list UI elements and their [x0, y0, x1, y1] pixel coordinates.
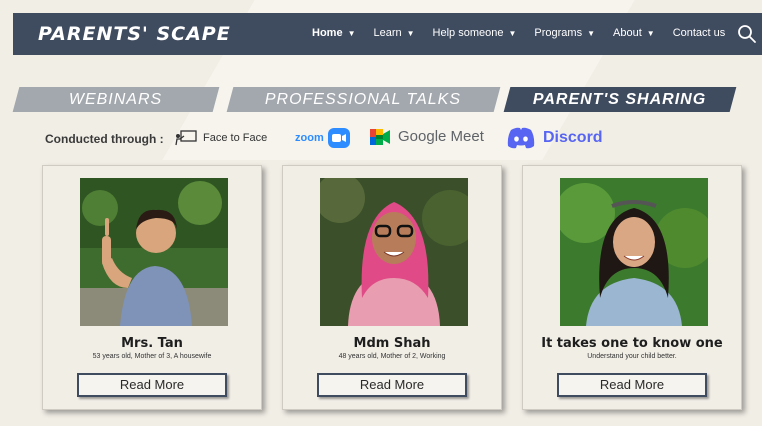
google-meet-icon	[370, 128, 390, 145]
caret-down-icon: ▼	[587, 28, 596, 38]
face-to-face-label: Face to Face	[203, 132, 268, 144]
face-to-face-item: Face to Face	[175, 130, 267, 146]
brand-logo[interactable]: PARENTS' SCAPE	[38, 23, 231, 45]
read-more-button[interactable]: Read More	[317, 373, 467, 397]
menu-label: Programs	[534, 27, 583, 39]
caret-down-icon: ▼	[406, 28, 415, 38]
google-meet-logo: Google Meet	[370, 128, 484, 145]
photo-mrs-tan	[80, 178, 228, 326]
menu-item-learn[interactable]: Learn ▼	[373, 27, 414, 39]
read-more-button[interactable]: Read More	[557, 373, 707, 397]
zoom-camera-icon	[327, 128, 350, 148]
conducted-label: Conducted through :	[45, 132, 164, 146]
photo-mdm-shah	[320, 178, 468, 326]
read-more-button[interactable]: Read More	[77, 373, 227, 397]
tab-label: PROFESSIONAL TALKS	[265, 90, 462, 108]
zoom-logo: zoom	[295, 128, 350, 148]
discord-logo: Discord	[507, 127, 603, 149]
menu-item-programs[interactable]: Programs ▼	[534, 27, 595, 39]
tab-label: WEBINARS	[69, 90, 163, 108]
google-meet-label: Google Meet	[398, 128, 484, 145]
whiteboard-icon	[175, 130, 197, 146]
menu-label: Home	[312, 27, 343, 39]
menu-label: About	[613, 27, 642, 39]
main-menu: Home ▼ Learn ▼ Help someone ▼ Programs ▼…	[312, 27, 725, 39]
sharing-card-it-takes-one: It takes one to know one Understand your…	[522, 165, 742, 410]
menu-item-contact-us[interactable]: Contact us	[673, 27, 726, 39]
card-subtitle: 53 years old, Mother of 3, A housewife	[92, 353, 212, 360]
tab-professional-talks[interactable]: PROFESSIONAL TALKS	[226, 87, 501, 112]
caret-down-icon: ▼	[347, 28, 356, 38]
tab-label: PARENT'S SHARING	[533, 90, 707, 108]
zoom-label: zoom	[295, 132, 324, 144]
caret-down-icon: ▼	[508, 28, 517, 38]
card-title: Mrs. Tan	[121, 336, 183, 351]
card-subtitle: 48 years old, Mother of 2, Working	[338, 353, 446, 360]
photo-it-takes-one	[560, 178, 708, 326]
tab-webinars[interactable]: WEBINARS	[12, 87, 220, 112]
discord-icon	[507, 127, 535, 149]
conducted-through-row: Conducted through : Face to Face zoom Go…	[45, 127, 645, 150]
top-nav-bar: PARENTS' SCAPE Home ▼ Learn ▼ Help someo…	[13, 13, 762, 55]
menu-item-help-someone[interactable]: Help someone ▼	[433, 27, 517, 39]
menu-item-about[interactable]: About ▼	[613, 27, 655, 39]
caret-down-icon: ▼	[646, 28, 655, 38]
menu-item-home[interactable]: Home ▼	[312, 27, 355, 39]
search-icon[interactable]	[737, 24, 757, 44]
card-title: It takes one to know one	[541, 336, 723, 351]
menu-label: Contact us	[672, 27, 726, 39]
sharing-card-mdm-shah: Mdm Shah 48 years old, Mother of 2, Work…	[282, 165, 502, 410]
tab-parents-sharing[interactable]: PARENT'S SHARING	[503, 87, 737, 112]
card-subtitle: Understand your child better.	[587, 353, 677, 360]
menu-label: Help someone	[432, 27, 504, 39]
card-title: Mdm Shah	[353, 336, 431, 351]
menu-label: Learn	[373, 27, 402, 39]
sharing-card-mrs-tan: Mrs. Tan 53 years old, Mother of 3, A ho…	[42, 165, 262, 410]
discord-label: Discord	[543, 129, 603, 146]
category-tabs: WEBINARS PROFESSIONAL TALKS PARENT'S SHA…	[12, 87, 753, 112]
